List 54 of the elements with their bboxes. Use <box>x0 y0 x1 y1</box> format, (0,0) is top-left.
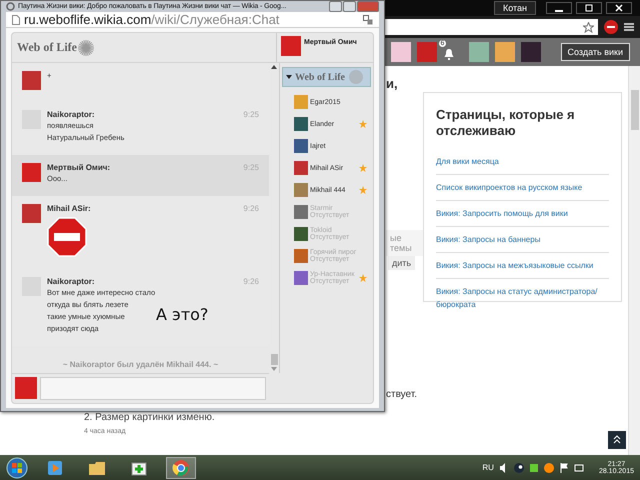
timestamp: 9:25 <box>243 110 259 119</box>
menu-icon[interactable] <box>624 22 634 32</box>
scrollbar[interactable] <box>628 66 640 455</box>
media-player-icon[interactable] <box>46 458 64 476</box>
close-icon <box>615 4 623 12</box>
logo-text: Web of Life <box>17 40 77 55</box>
app-icon[interactable] <box>528 462 539 472</box>
scroll-thumb[interactable] <box>270 354 278 365</box>
minimize-button[interactable] <box>546 2 572 14</box>
comment-text: 2. Размер картинки изменю. <box>84 412 215 423</box>
scroll-top-button[interactable] <box>608 431 626 449</box>
watchlist-link[interactable]: Викия: Запросы на баннеры <box>436 227 609 253</box>
timestamp: 9:26 <box>243 277 259 286</box>
user-name: Naikoraptor: <box>47 277 95 286</box>
url-text: ru.weboflife.wikia.com/wiki/Служебная:Chat <box>24 12 280 27</box>
annotation-text: А это? <box>156 305 208 324</box>
watchlist-link[interactable]: Викия: Запросы на межъязыковые ссылки <box>436 253 609 279</box>
system-notice: ~ Naikoraptor был удалён Mikhail 444. ~ <box>62 359 220 371</box>
start-button[interactable] <box>6 456 28 478</box>
watchlist-title: Страницы, которые я отслеживаю <box>436 107 576 139</box>
window-icon[interactable] <box>363 14 373 24</box>
avatar[interactable] <box>390 42 411 62</box>
user-name: Мертвый Омич: <box>47 163 110 172</box>
room-header[interactable]: Web of Life <box>282 67 371 87</box>
comment-text: ствует. <box>386 389 418 400</box>
heading-text: и, <box>386 76 398 91</box>
flag-icon[interactable] <box>558 462 569 472</box>
watchlist-link[interactable]: Викия: Запросить помощь для вики <box>436 201 609 227</box>
avatar <box>15 377 37 399</box>
scrollbar[interactable] <box>269 63 279 373</box>
profile-button[interactable]: Котан <box>494 1 536 15</box>
timestamp: 9:26 <box>243 204 259 213</box>
app-icon[interactable] <box>544 462 554 472</box>
bell-icon[interactable] <box>442 48 455 60</box>
language-indicator[interactable]: RU <box>482 463 494 472</box>
caret-icon <box>286 75 292 79</box>
network-icon[interactable] <box>574 462 584 472</box>
avatar[interactable] <box>520 42 541 62</box>
maximize-icon <box>585 4 593 12</box>
maximize-button[interactable] <box>576 2 602 14</box>
user-name: Naikoraptor: <box>47 110 95 119</box>
tab[interactable]: ые темы <box>386 230 423 256</box>
create-wiki-button[interactable]: Создать вики <box>560 43 630 61</box>
watchlist-link[interactable]: Викия: Запросы на статус администратора/ бюрократа <box>436 279 609 317</box>
watchlist-link[interactable]: Список википроектов на русском языке <box>436 175 609 201</box>
stop-sign-icon <box>47 217 87 257</box>
close-button[interactable] <box>606 2 632 14</box>
message-input[interactable] <box>40 377 266 400</box>
button[interactable]: дить <box>388 256 416 270</box>
user-name: Mihail ASir: <box>47 204 91 213</box>
avatar <box>281 36 301 56</box>
page-icon <box>12 14 20 24</box>
star-icon[interactable] <box>583 22 594 32</box>
watchlist-link[interactable]: Для вики месяца <box>436 149 609 175</box>
